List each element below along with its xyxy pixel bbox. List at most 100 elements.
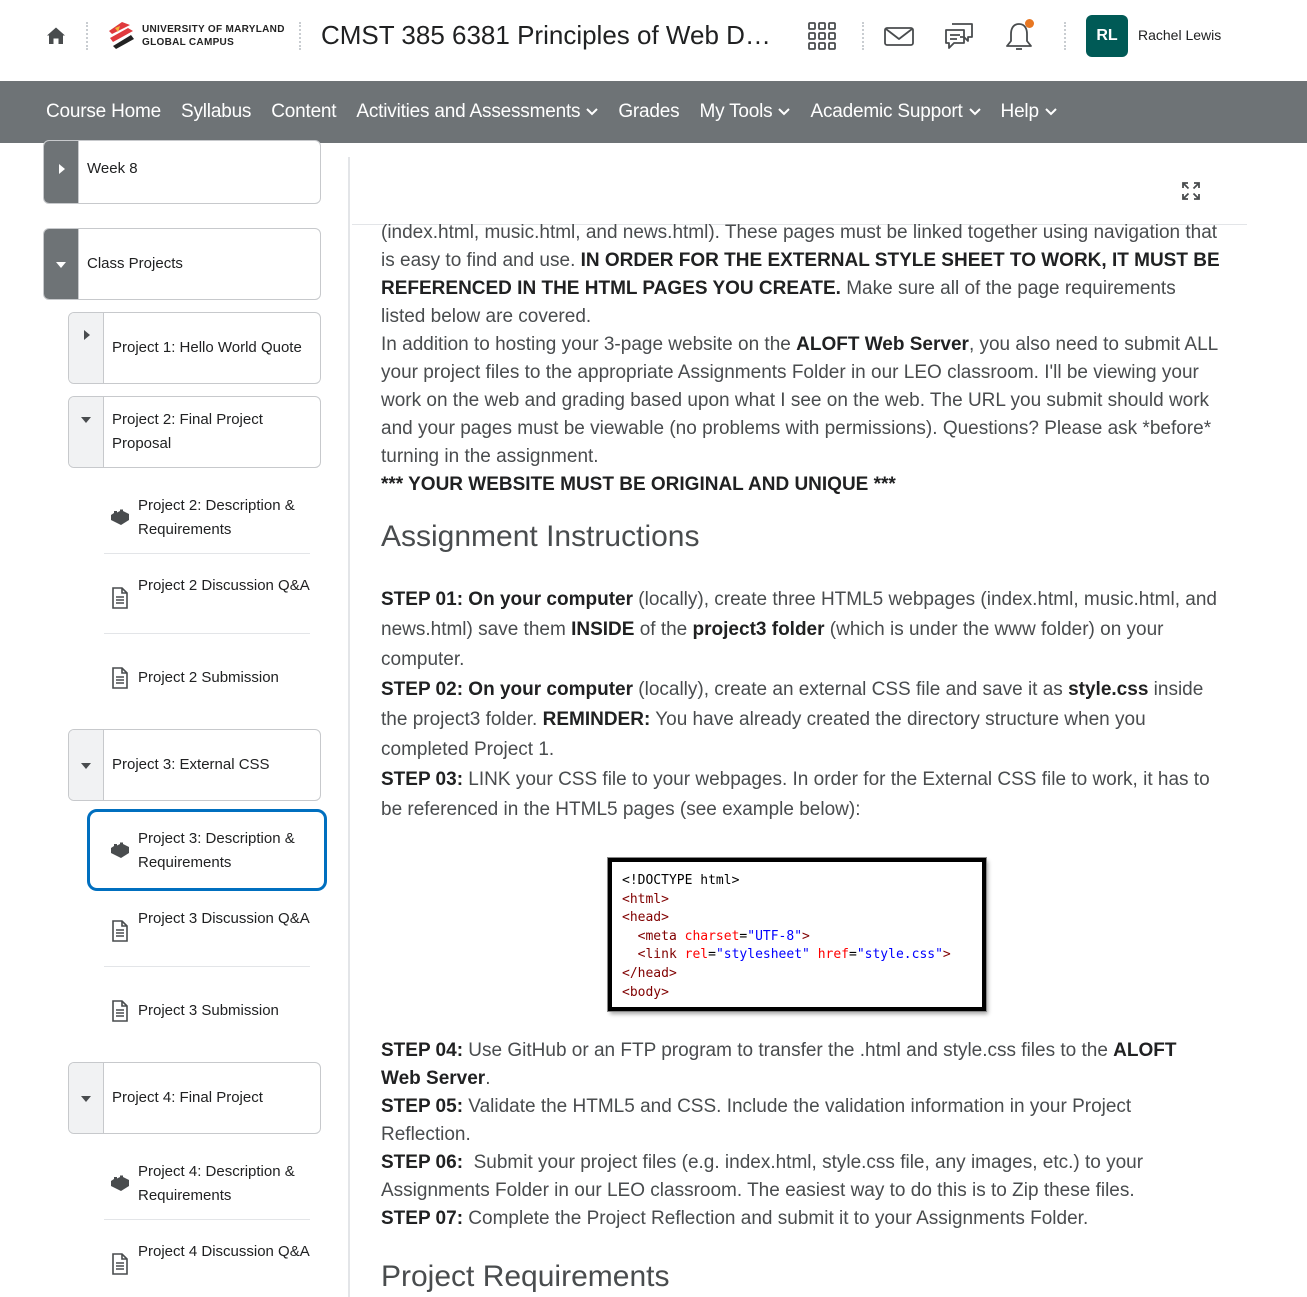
step-02: STEP 02: On your computer (locally), cre… bbox=[381, 675, 1221, 765]
nav-activities-assessments[interactable]: Activities and Assessments bbox=[346, 81, 608, 143]
topic-project-2-discussion[interactable]: Project 2 Discussion Q&A bbox=[104, 562, 310, 634]
header-divider bbox=[862, 22, 864, 50]
module-week-8[interactable]: Week 8 bbox=[43, 140, 321, 204]
umgc-logo[interactable]: UNIVERSITY OF MARYLAND GLOBAL CAMPUS bbox=[106, 20, 286, 54]
notification-badge bbox=[1025, 19, 1034, 28]
nav-label: Activities and Assessments bbox=[356, 101, 581, 122]
code-link-attr-href: href bbox=[817, 947, 849, 963]
topic-title: Project 4: Description & Requirements bbox=[138, 1163, 295, 1204]
document-icon bbox=[112, 587, 128, 609]
document-icon bbox=[112, 920, 128, 942]
intro-paragraph: (index.html, music.html, and news.html).… bbox=[381, 219, 1221, 331]
module-toggle[interactable] bbox=[69, 397, 104, 467]
nav-content[interactable]: Content bbox=[261, 81, 346, 143]
topic-project-4-discussion[interactable]: Project 4 Discussion Q&A bbox=[104, 1228, 310, 1297]
code-link-val-href: "style.css" bbox=[856, 947, 943, 963]
code-link-tag: <link bbox=[637, 947, 677, 963]
module-toggle[interactable] bbox=[69, 1063, 104, 1133]
user-avatar[interactable]: RL bbox=[1086, 15, 1128, 57]
topic-project-2-submission[interactable]: Project 2 Submission bbox=[104, 642, 310, 714]
code-meta-tag: <meta bbox=[637, 928, 677, 944]
nav-course-home[interactable]: Course Home bbox=[36, 81, 171, 143]
hosting-paragraph: In addition to hosting your 3-page websi… bbox=[381, 331, 1221, 471]
module-title: Project 3: External CSS bbox=[112, 756, 270, 773]
code-head-open: <head> bbox=[622, 910, 669, 926]
lego-brick-icon bbox=[111, 1175, 129, 1191]
chevron-down-icon bbox=[968, 108, 981, 116]
bold-text: *** YOUR WEBSITE MUST BE ORIGINAL AND UN… bbox=[381, 474, 896, 495]
nav-label: My Tools bbox=[699, 101, 773, 122]
nav-label: Grades bbox=[618, 101, 680, 122]
module-toggle[interactable] bbox=[69, 313, 104, 383]
bold-text: REMINDER: bbox=[542, 709, 651, 730]
topic-project-3-description-selected[interactable]: Project 3: Description & Requirements bbox=[87, 809, 327, 891]
fullscreen-icon[interactable] bbox=[1181, 181, 1201, 201]
lego-brick-icon bbox=[111, 842, 129, 858]
step-05: STEP 05: Validate the HTML5 and CSS. Inc… bbox=[381, 1093, 1221, 1149]
original-notice: *** YOUR WEBSITE MUST BE ORIGINAL AND UN… bbox=[381, 471, 1221, 499]
bold-text: ALOFT Web Server bbox=[796, 334, 969, 355]
topic-title: Project 3 Discussion Q&A bbox=[138, 910, 310, 927]
header-divider bbox=[299, 22, 301, 50]
step-label: STEP 05: bbox=[381, 1096, 464, 1117]
document-icon bbox=[112, 1253, 128, 1275]
text: Use GitHub or an FTP program to transfer… bbox=[463, 1040, 1114, 1061]
code-html-open: <html> bbox=[622, 891, 669, 907]
code-meta-close: > bbox=[802, 928, 810, 944]
module-title: Project 1: Hello World Quote bbox=[112, 339, 302, 356]
home-icon[interactable] bbox=[44, 24, 68, 48]
topic-project-3-submission[interactable]: Project 3 Submission bbox=[104, 975, 310, 1047]
apps-grid-icon[interactable] bbox=[806, 20, 838, 52]
topic-project-2-description[interactable]: Project 2: Description & Requirements bbox=[104, 482, 310, 554]
user-name[interactable]: Rachel Lewis bbox=[1138, 27, 1221, 43]
nav-syllabus[interactable]: Syllabus bbox=[171, 81, 261, 143]
nav-label: Content bbox=[271, 101, 337, 122]
module-class-projects[interactable]: Class Projects bbox=[43, 228, 321, 300]
nav-label: Help bbox=[1000, 101, 1039, 122]
module-title: Project 4: Final Project bbox=[112, 1089, 263, 1106]
code-body-open: <body> bbox=[622, 984, 669, 1000]
nav-label: Academic Support bbox=[810, 101, 963, 122]
code-link-close: > bbox=[942, 947, 951, 963]
code-example: <!DOCTYPE html> <html> <head> <meta char… bbox=[608, 858, 986, 1011]
text: Complete the Project Reflection and subm… bbox=[463, 1208, 1089, 1229]
topic-content: (index.html, music.html, and news.html).… bbox=[381, 219, 1221, 825]
sidebar-divider bbox=[348, 157, 350, 1297]
module-title: Project 2: Final Project Proposal bbox=[112, 411, 263, 452]
nav-grades[interactable]: Grades bbox=[608, 81, 689, 143]
text: . bbox=[485, 1068, 491, 1089]
nav-academic-support[interactable]: Academic Support bbox=[800, 81, 990, 143]
nav-help[interactable]: Help bbox=[991, 81, 1067, 143]
nav-my-tools[interactable]: My Tools bbox=[689, 81, 800, 143]
bold-text: On your computer bbox=[463, 589, 633, 610]
module-toggle[interactable] bbox=[69, 730, 104, 800]
module-project-4[interactable]: Project 4: Final Project bbox=[68, 1062, 321, 1134]
code-meta-val: "UTF-8" bbox=[747, 928, 803, 944]
module-project-2[interactable]: Project 2: Final Project Proposal bbox=[68, 396, 321, 468]
step-03: STEP 03: LINK your CSS file to your webp… bbox=[381, 765, 1221, 825]
module-toggle[interactable] bbox=[44, 229, 79, 299]
lego-brick-icon bbox=[111, 509, 129, 525]
module-project-3[interactable]: Project 3: External CSS bbox=[68, 729, 321, 801]
nav-label: Course Home bbox=[46, 101, 162, 122]
module-toggle[interactable] bbox=[44, 141, 79, 203]
chat-icon[interactable] bbox=[943, 20, 975, 52]
content-toolbar bbox=[352, 143, 1247, 225]
course-title[interactable]: CMST 385 6381 Principles of Web Design a… bbox=[321, 20, 781, 51]
mail-icon[interactable] bbox=[883, 20, 915, 52]
topic-project-4-description[interactable]: Project 4: Description & Requirements bbox=[104, 1148, 310, 1220]
module-project-1[interactable]: Project 1: Hello World Quote bbox=[68, 312, 321, 384]
caret-down-icon bbox=[81, 417, 91, 423]
caret-down-icon bbox=[56, 262, 66, 268]
step-label: STEP 01: bbox=[381, 589, 464, 610]
code-link-val-rel: "stylesheet" bbox=[715, 947, 810, 963]
caret-down-icon bbox=[81, 1096, 91, 1102]
text: In addition to hosting your 3-page websi… bbox=[381, 334, 797, 355]
heading-assignment-instructions: Assignment Instructions bbox=[381, 520, 700, 553]
logo-text-line1: UNIVERSITY OF MARYLAND bbox=[142, 24, 285, 35]
text: (locally), create an external CSS file a… bbox=[633, 679, 1069, 700]
topic-content-continued: STEP 04: Use GitHub or an FTP program to… bbox=[381, 1037, 1221, 1295]
step-07: STEP 07: Complete the Project Reflection… bbox=[381, 1205, 1221, 1233]
bold-text: project3 folder bbox=[692, 619, 825, 640]
topic-project-3-discussion[interactable]: Project 3 Discussion Q&A bbox=[104, 895, 310, 967]
